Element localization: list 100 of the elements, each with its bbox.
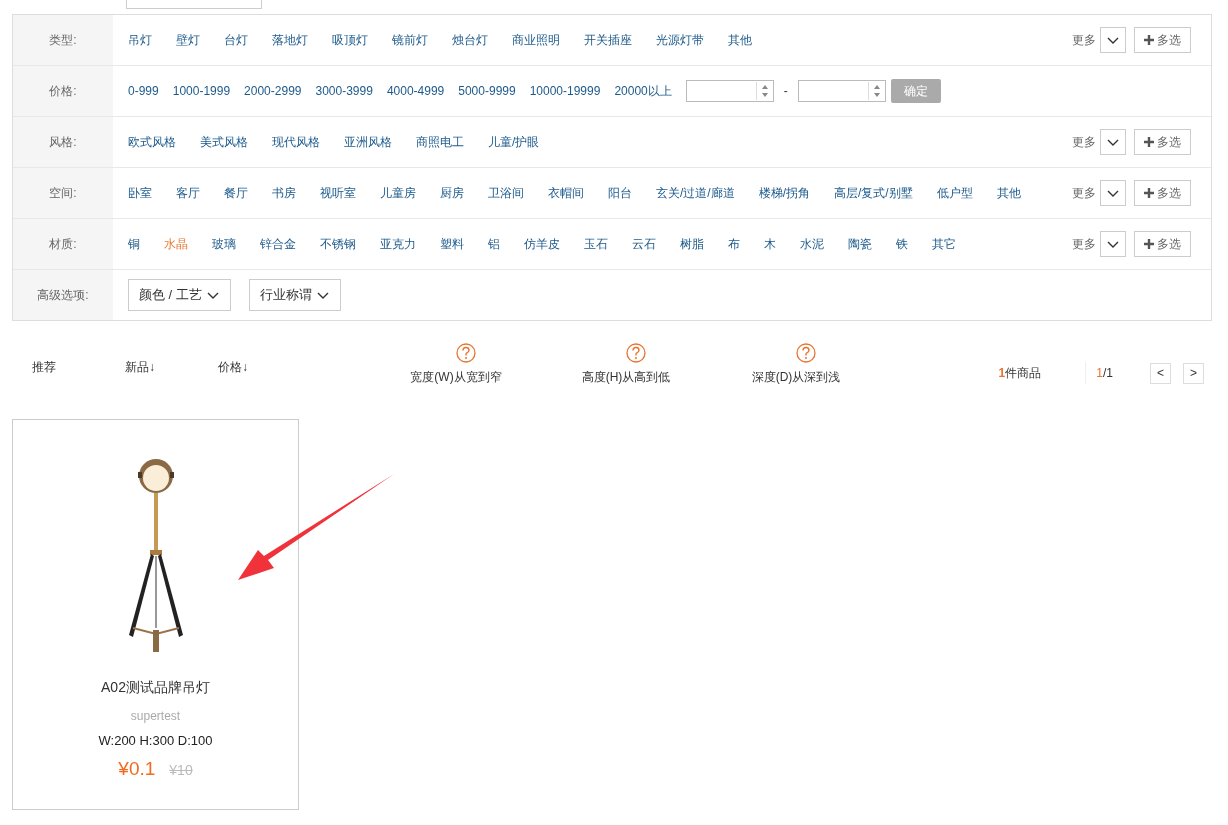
filter-option[interactable]: 开关插座 (584, 31, 632, 49)
filter-option[interactable]: 吸顶灯 (332, 31, 368, 49)
multi-select-button[interactable]: 多选 (1134, 231, 1191, 257)
product-dimensions: W:200 H:300 D:100 (98, 733, 213, 748)
filter-label: 类型: (13, 15, 113, 65)
filter-option[interactable]: 玄关/过道/廊道 (656, 184, 735, 202)
next-page-button[interactable]: > (1183, 362, 1204, 384)
filter-option[interactable]: 餐厅 (224, 184, 248, 202)
filter-option[interactable]: 3000-3999 (315, 84, 373, 98)
more-link[interactable]: 更多 (1072, 235, 1096, 253)
filter-option[interactable]: 塑料 (440, 235, 464, 253)
plus-icon (1144, 239, 1154, 249)
filter-label: 价格: (13, 66, 113, 116)
filter-option[interactable]: 卫浴间 (488, 184, 524, 202)
input-field[interactable] (126, 0, 262, 9)
filter-option[interactable]: 20000以上 (614, 82, 672, 100)
filter-option[interactable]: 儿童/护眼 (488, 133, 540, 151)
original-price: ¥10 (169, 762, 193, 778)
previous-page-button[interactable]: < (1150, 362, 1171, 384)
filter-option[interactable]: 布 (728, 235, 740, 253)
more-link[interactable]: 更多 (1072, 31, 1096, 49)
help-icon (796, 343, 816, 363)
filter-option[interactable]: 其它 (932, 235, 956, 253)
filter-option[interactable]: 4000-4999 (386, 84, 445, 98)
filter-label: 风格: (13, 117, 113, 167)
filter-option[interactable]: 铁 (896, 235, 908, 253)
sort-option[interactable]: 深度(D)从深到浅 (751, 369, 841, 386)
expand-button[interactable] (1100, 231, 1126, 257)
sort-option[interactable]: 新品↓ (125, 359, 155, 376)
price-input-field[interactable] (685, 80, 774, 102)
filter-option[interactable]: 镜前灯 (392, 31, 428, 49)
filter-option[interactable]: 仿羊皮 (524, 235, 560, 253)
more-link[interactable]: 更多 (1072, 184, 1096, 202)
sort-option[interactable]: 宽度(W)从宽到窄 (410, 369, 502, 386)
filter-option[interactable]: 1000-1999 (172, 84, 231, 98)
plus-icon (1144, 188, 1154, 198)
sort-option[interactable]: 推荐 (32, 359, 56, 376)
plus-icon (1144, 137, 1154, 147)
help-icon (456, 343, 476, 363)
plus-icon (1144, 35, 1154, 45)
filter-option[interactable]: 铜 (128, 235, 140, 253)
filter-option[interactable]: 玻璃 (212, 235, 236, 253)
sale-price: ¥0.1 (118, 758, 156, 780)
filter-option[interactable]: 水泥 (800, 235, 824, 253)
filter-option[interactable]: 锌合金 (260, 235, 296, 253)
filter-option[interactable]: 亚洲风格 (344, 133, 392, 151)
filter-option[interactable]: 台灯 (224, 31, 248, 49)
filter-option[interactable]: 其他 (728, 31, 752, 49)
filter-option[interactable]: 客厅 (176, 184, 200, 202)
filter-option[interactable]: 儿童房 (380, 184, 416, 202)
price-input-field[interactable] (797, 80, 886, 102)
filter-option[interactable]: 0-999 (128, 84, 159, 98)
filter-option[interactable]: 其他 (996, 184, 1021, 202)
multi-select-button[interactable]: 多选 (1134, 180, 1191, 206)
filter-option[interactable]: 陶瓷 (848, 235, 872, 253)
filter-option[interactable]: 光源灯带 (656, 31, 704, 49)
dropdown-button[interactable]: 行业称谓 (248, 279, 341, 311)
sort-option[interactable]: 价格↓ (218, 359, 248, 376)
expand-button[interactable] (1100, 27, 1126, 53)
sort-option[interactable]: 高度(H)从高到低 (581, 369, 671, 386)
filter-option[interactable]: 厨房 (440, 184, 464, 202)
filter-option[interactable]: 卧室 (128, 184, 152, 202)
filter-option[interactable]: 商照电工 (416, 133, 464, 151)
more-link[interactable]: 更多 (1072, 133, 1096, 151)
filter-option[interactable]: 木 (764, 235, 776, 253)
filter-option[interactable]: 亚克力 (380, 235, 416, 253)
filter-label: 材质: (13, 219, 113, 269)
filter-option[interactable]: 玉石 (584, 235, 608, 253)
current-page: 1 (1096, 366, 1103, 380)
filter-option[interactable]: 吊灯 (128, 31, 152, 49)
brand-name: supertest (130, 709, 181, 723)
filter-option[interactable]: 树脂 (680, 235, 704, 253)
filter-option[interactable]: 壁灯 (176, 31, 200, 49)
multi-select-button[interactable]: 多选 (1134, 129, 1191, 155)
filter-option[interactable]: 高层/复式/别墅 (834, 184, 913, 202)
filter-option[interactable]: 商业照明 (512, 31, 560, 49)
filter-option[interactable]: 衣帽间 (548, 184, 584, 202)
filter-option[interactable]: 楼梯/拐角 (758, 184, 810, 202)
filter-option[interactable]: 落地灯 (272, 31, 308, 49)
expand-button[interactable] (1100, 129, 1126, 155)
multi-select-button[interactable]: 多选 (1134, 27, 1191, 53)
filter-option[interactable]: 5000-9999 (458, 84, 516, 98)
range-separator: - (783, 84, 788, 98)
dropdown-button[interactable]: 颜色 / 工艺 (128, 279, 231, 311)
filter-option[interactable]: 低户型 (936, 184, 973, 202)
filter-option[interactable]: 云石 (632, 235, 656, 253)
filter-option[interactable]: 欧式风格 (128, 133, 176, 151)
filter-option[interactable]: 不锈钢 (320, 235, 356, 253)
filter-option[interactable]: 书房 (272, 184, 296, 202)
filter-option[interactable]: 2000-2999 (244, 84, 302, 98)
filter-option[interactable]: 美式风格 (200, 133, 248, 151)
filter-label: 空间: (13, 168, 113, 218)
filter-option[interactable]: 10000-19999 (529, 84, 601, 98)
filter-option[interactable]: 铝 (488, 235, 500, 253)
filter-option[interactable]: 烛台灯 (452, 31, 488, 49)
filter-option[interactable]: 现代风格 (272, 133, 320, 151)
filter-option[interactable]: 视听室 (320, 184, 356, 202)
filter-option[interactable]: 阳台 (608, 184, 632, 202)
product-title[interactable]: A02测试品牌吊灯 (101, 679, 210, 697)
expand-button[interactable] (1100, 180, 1126, 206)
